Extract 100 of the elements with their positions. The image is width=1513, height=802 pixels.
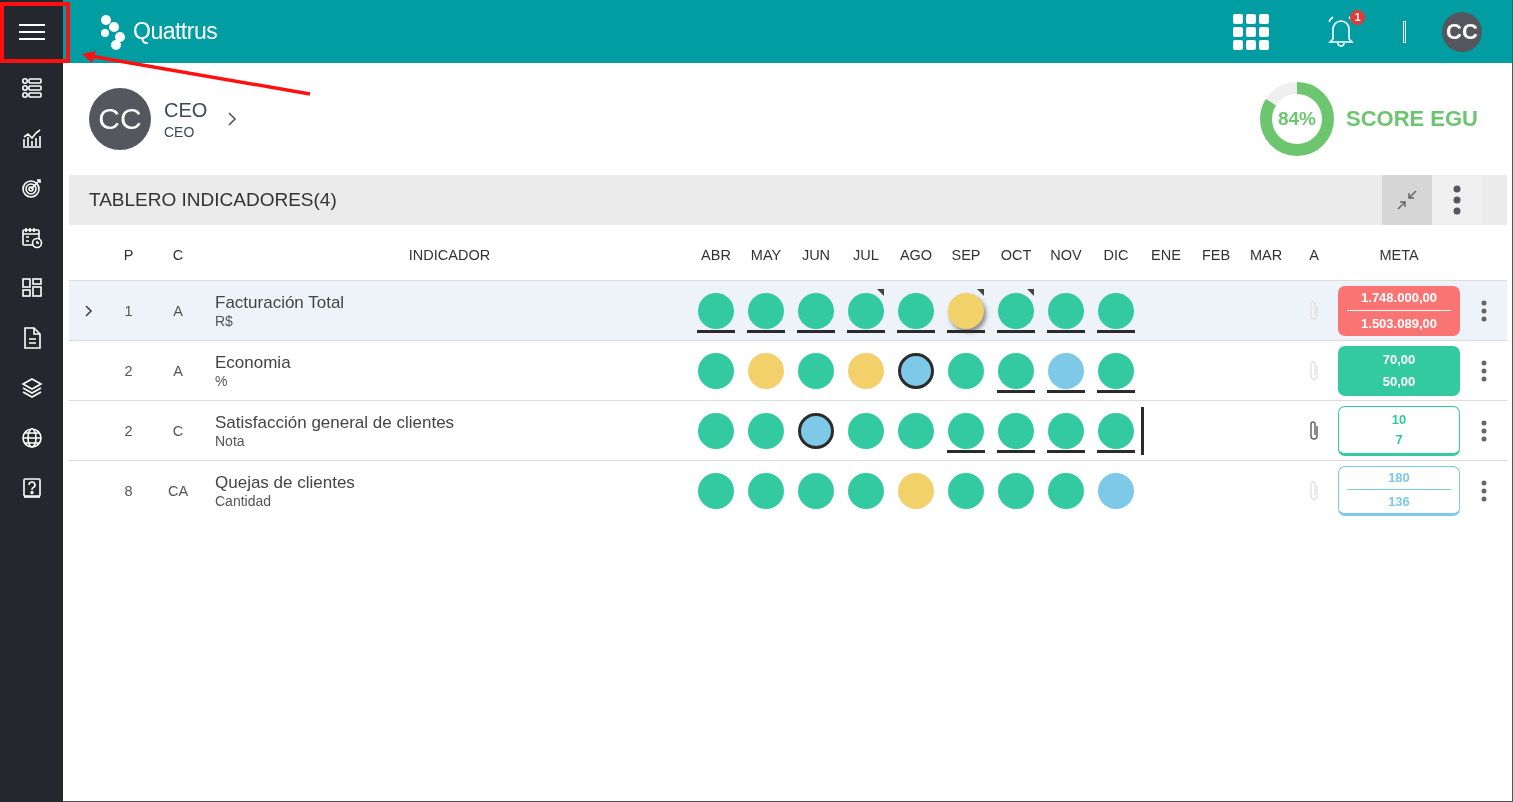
status-dot[interactable] [1098, 472, 1134, 509]
notification-badge: 1 [1350, 9, 1365, 25]
status-dot[interactable] [948, 352, 984, 389]
status-dot[interactable] [748, 352, 784, 389]
column-header: C [171, 247, 185, 263]
status-dot[interactable] [1098, 352, 1134, 389]
more-options-button[interactable] [1432, 175, 1482, 225]
status-dot[interactable] [1048, 292, 1084, 329]
column-header: ABR [700, 247, 732, 263]
status-dot[interactable] [798, 472, 834, 509]
status-dot[interactable] [998, 352, 1034, 389]
column-header: AGO [898, 247, 934, 263]
status-dot[interactable] [948, 292, 984, 329]
category-cell-text: A [172, 362, 184, 379]
status-dot[interactable] [748, 292, 784, 329]
status-dot[interactable] [798, 352, 834, 389]
status-dot[interactable] [748, 412, 784, 449]
more-vertical-icon [1481, 479, 1487, 502]
score-value: 84% [1276, 108, 1317, 130]
target-icon [20, 177, 43, 199]
profile-title: CEO [164, 98, 208, 122]
status-dot[interactable] [998, 412, 1034, 449]
column-header: NOV [1049, 247, 1083, 263]
meta-target: 10 [1391, 411, 1407, 427]
status-dot[interactable] [948, 412, 984, 449]
profile-subtitle: CEO [164, 123, 196, 140]
profile-avatar: CC [89, 88, 151, 150]
score-label: SCORE EGU [1345, 106, 1478, 132]
status-dot[interactable] [1098, 412, 1134, 449]
meta-actual: 136 [1388, 493, 1410, 509]
meta-actual: 7 [1395, 432, 1403, 448]
status-dot[interactable] [798, 292, 834, 329]
status-dot[interactable] [848, 352, 884, 389]
indicator-name[interactable]: Facturación Total [215, 292, 691, 313]
more-vertical-icon [1481, 359, 1487, 382]
meta-target: 70,00 [1382, 352, 1416, 368]
calendar-icon [20, 227, 43, 249]
column-header: SEP [950, 247, 982, 263]
column-header: P [122, 247, 135, 263]
meta-actual: 50,00 [1382, 373, 1416, 389]
status-dot[interactable] [848, 472, 884, 509]
status-dot[interactable] [848, 412, 884, 449]
category-cell-text: C [171, 422, 185, 439]
indicator-name[interactable]: Economia [215, 352, 691, 373]
status-dot[interactable] [1048, 472, 1084, 509]
status-dot[interactable] [1048, 352, 1084, 389]
chevron-right-icon[interactable] [227, 111, 238, 127]
status-dot[interactable] [898, 352, 934, 389]
status-dot[interactable] [698, 292, 734, 329]
column-header: MAR [1248, 247, 1284, 263]
help-icon [20, 477, 43, 499]
user-avatar[interactable]: CC [1442, 11, 1482, 52]
status-dot[interactable] [948, 472, 984, 509]
column-header: OCT [999, 247, 1033, 263]
column-header: MAY [749, 247, 783, 263]
chart-icon [20, 127, 43, 149]
status-dot[interactable] [1048, 412, 1084, 449]
column-header: META [1378, 247, 1420, 263]
board-title: TABLERO INDICADORES(4) [89, 189, 338, 211]
menu-icon [18, 22, 45, 41]
status-dot[interactable] [698, 352, 734, 389]
column-header: JUN [800, 247, 832, 263]
status-dot[interactable] [1098, 292, 1134, 329]
status-dot[interactable] [848, 292, 884, 329]
chevron-right-icon [85, 304, 93, 317]
status-dot[interactable] [698, 412, 734, 449]
indicator-unit: Nota [215, 432, 246, 449]
apps-grid-icon[interactable] [1233, 13, 1269, 50]
dashboard-icon [20, 277, 43, 299]
meta-actual: 1.503.089,00 [1361, 315, 1437, 331]
status-dot[interactable] [898, 412, 934, 449]
layers-icon [20, 377, 43, 399]
logo-icon [99, 13, 127, 50]
priority-cell-text: 2 [123, 362, 134, 379]
status-dot[interactable] [798, 412, 834, 449]
column-header: A [1308, 247, 1320, 263]
expand-button[interactable] [85, 304, 93, 317]
status-dot[interactable] [748, 472, 784, 509]
status-dot[interactable] [998, 292, 1034, 329]
status-dot[interactable] [998, 472, 1034, 509]
meta-target: 180 [1388, 470, 1410, 486]
column-header: FEB [1200, 247, 1232, 263]
attachment-icon[interactable] [1308, 419, 1320, 442]
column-header: INDICADOR [407, 247, 492, 263]
priority-cell-text: 2 [123, 422, 134, 439]
indicator-name[interactable]: Satisfacción general de clientes [215, 412, 691, 433]
status-dot[interactable] [898, 472, 934, 509]
indicator-name[interactable]: Quejas de clientes [215, 472, 691, 493]
column-header: JUL [852, 247, 880, 263]
logo-text: Quattrus [133, 18, 218, 45]
indicator-unit: R$ [215, 312, 234, 329]
category-cell-text: CA [166, 482, 190, 499]
priority-cell-text: 1 [123, 302, 134, 319]
column-header: ENE [1150, 247, 1182, 263]
status-dot[interactable] [898, 292, 934, 329]
priority-cell-text: 8 [123, 482, 134, 499]
status-dot[interactable] [698, 472, 734, 509]
indicator-unit: Cantidad [215, 492, 273, 509]
column-header: DIC [1102, 247, 1130, 263]
category-cell-text: A [172, 302, 184, 319]
